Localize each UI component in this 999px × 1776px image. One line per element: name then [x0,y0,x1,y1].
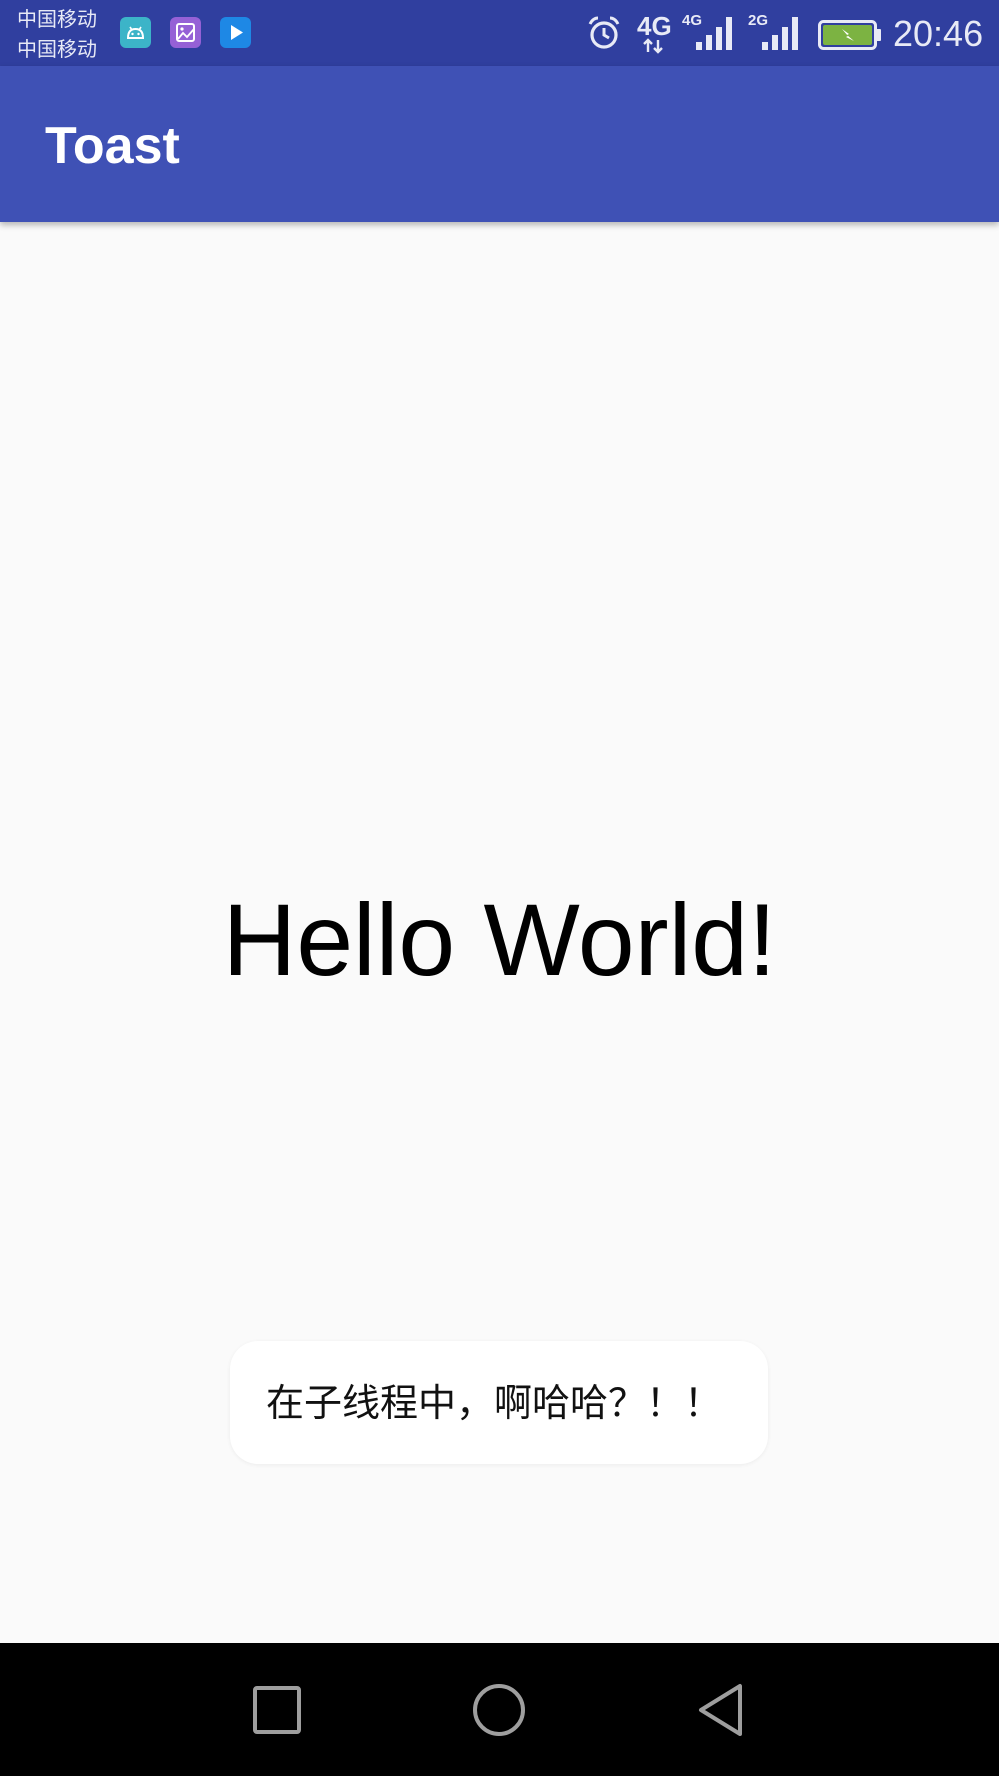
play-icon [220,17,251,48]
signal-2g-icon: 2G [748,10,804,58]
signal-4g-icon: 4G [682,10,738,58]
navigation-bar [0,1643,999,1776]
svg-text:4G: 4G [637,11,672,41]
status-clock: 20:46 [893,13,984,54]
home-button[interactable] [470,1681,528,1739]
toast-message: 在子线程中，啊哈哈？！！ [230,1341,768,1464]
back-button[interactable] [692,1681,750,1739]
gallery-icon [170,17,201,48]
square-icon [253,1686,301,1734]
app-title: Toast [45,117,180,175]
carrier-label-sim1: 中国移动 [17,7,97,31]
status-bar: 中国移动 中国移动 4G 4G 2G 20:46 [0,0,999,66]
svg-text:4G: 4G [682,12,702,29]
android-icon [120,17,151,48]
hello-world-text: Hello World! [222,883,777,997]
alarm-icon [585,14,623,56]
toast-text: 在子线程中，啊哈哈？！！ [266,1381,723,1425]
back-triangle-icon [699,1684,742,1736]
app-bar: Toast [0,66,999,222]
carrier-label-sim2: 中国移动 [17,37,97,61]
recents-button[interactable] [248,1681,306,1739]
battery-charging-icon [818,20,882,54]
svg-text:2G: 2G [748,12,768,29]
network-4g-icon: 4G [636,10,676,60]
circle-icon [473,1684,525,1736]
